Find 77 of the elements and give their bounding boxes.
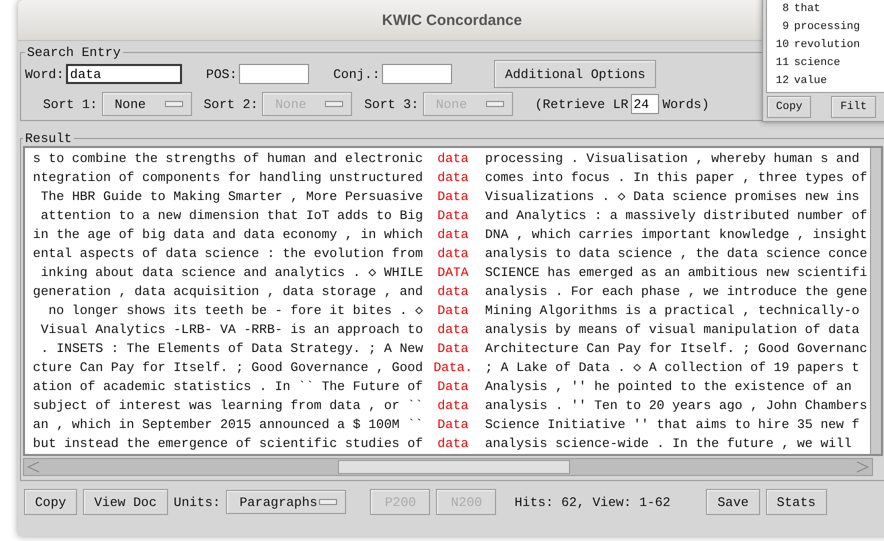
group-label: Search Entry — [26, 45, 122, 60]
keyword: Data. — [432, 360, 474, 375]
left-context: The HBR Guide to Making Smarter , More Persuasive — [40, 189, 423, 204]
units-dropdown[interactable]: Paragraphs — [226, 490, 346, 514]
retrieve-field[interactable]: 24 — [631, 94, 660, 114]
window-title: KWIC Concordance — [382, 12, 522, 28]
right-context: analysis . '' Ten to 20 years ago , John Chambers — [485, 398, 868, 413]
keyword: data — [436, 246, 470, 261]
hits-status: Hits: 62, View: 1-62 — [514, 494, 670, 510]
keyword: data — [436, 227, 470, 242]
left-context: subject of interest was learning from data , or `` — [32, 398, 423, 413]
right-context: Mining Algorithms is a practical , technically-o — [485, 303, 860, 318]
group-label: Result — [24, 131, 73, 146]
right-context: Architecture Can Pay for Itself. ; Good Governanc — [485, 341, 868, 356]
sort-label: Sort 2: — [204, 96, 258, 112]
right-context: Analysis , '' he pointed to the existence of an — [485, 379, 852, 394]
left-context: ntegration of components for handling unstructured — [32, 170, 423, 185]
keyword: Data — [436, 341, 470, 356]
left-context: but instead the emergence of scientific studies of — [32, 436, 423, 451]
left-context: s to combine the strengths of human and electronic — [32, 151, 423, 166]
right-context: processing . Visualisation , whereby human s and — [485, 151, 860, 166]
keyword: data — [436, 151, 470, 166]
keyword: Data — [436, 303, 470, 318]
sort-dropdown[interactable]: None — [102, 92, 192, 116]
field-label: Conj.: — [333, 66, 380, 82]
keyword: data — [436, 170, 470, 185]
word-list-item[interactable]: 11 science — [767, 54, 884, 72]
copy-button[interactable]: Copy — [24, 489, 78, 515]
left-context: no longer shows its teeth be - fore it bites . ◇ — [48, 303, 423, 318]
right-context: and Analytics : a massively distributed number of — [485, 208, 868, 223]
field-label: Word: — [25, 66, 64, 82]
keyword: data — [436, 284, 470, 299]
left-context: ental aspects of data science : the evolution from — [32, 246, 423, 261]
word-list-item[interactable]: 12 value — [767, 72, 884, 90]
right-context: analysis by means of visual manipulation of data — [485, 322, 860, 337]
view-doc-button[interactable]: View Doc — [83, 489, 168, 515]
right-context: DNA , which carries important knowledge , insight — [485, 227, 868, 242]
left-context: inking about data science and analytics . ◇ WHILE — [40, 265, 423, 280]
sort-label: Sort 3: — [364, 96, 419, 112]
sort-label: Sort 1: — [43, 96, 98, 112]
left-context: . INSETS : The Elements of Data Strategy. ; A New — [40, 341, 423, 356]
word-list-item[interactable]: 9 processing — [767, 18, 884, 36]
additional-options-button[interactable]: Additional Options — [494, 60, 656, 88]
word-list-button[interactable]: Filt — [831, 96, 876, 118]
retrieve-label: (Retrieve LR — [534, 96, 628, 112]
word-field[interactable]: data — [66, 64, 182, 84]
right-context: analysis . For each phase , we introduce the gene — [485, 284, 868, 299]
retrieve-label: Words) — [662, 96, 710, 112]
left-context: Visual Analytics -LRB- VA -RRB- is an approach to — [40, 322, 423, 337]
left-context: generation , data acquisition , data storage , and — [32, 284, 423, 299]
left-context: attention to a new dimension that IoT adds to Big — [40, 208, 423, 223]
keyword: data — [436, 322, 470, 337]
right-context: comes into focus . In this paper , three types of — [485, 170, 868, 185]
word-list-item[interactable]: 8 that — [767, 0, 884, 18]
right-context: ; A Lake of Data . ◇ A collection of 19 papers t — [485, 360, 860, 375]
stats-button[interactable]: Stats — [766, 489, 827, 515]
left-context: cture Can Pay for Itself. ; Good Governance , Good — [32, 360, 423, 375]
units-label: Units: — [174, 494, 220, 510]
left-context: in the age of big data and data economy , in which — [32, 227, 423, 242]
keyword: data — [436, 436, 470, 451]
left-context: an , which in September 2015 announced a $ 100M `` — [32, 417, 423, 432]
field-label: POS: — [206, 66, 238, 82]
word-list-item[interactable]: 10 revolution — [767, 36, 884, 54]
keyword: Data — [436, 189, 470, 204]
right-context: Science Initiative '' that aims to hire 35 new f — [485, 417, 860, 432]
left-context: ation of academic statistics . In `` The Future of — [32, 379, 423, 394]
save-button[interactable]: Save — [706, 489, 760, 515]
keyword: Data — [436, 208, 470, 223]
keyword: Data — [436, 417, 470, 432]
right-context: analysis science-wide . In the future , we will — [485, 436, 852, 451]
keyword: data — [436, 398, 470, 413]
word-list-button[interactable]: Copy — [767, 96, 812, 118]
right-context: SCIENCE has emerged as an ambitious new scientifi — [485, 265, 868, 280]
right-context: Visualizations . ◇ Data science promises new ins — [485, 189, 860, 204]
right-context: analysis to data science , the data science conce — [485, 246, 868, 261]
keyword: Data — [436, 379, 470, 394]
keyword: DATA — [436, 265, 470, 280]
